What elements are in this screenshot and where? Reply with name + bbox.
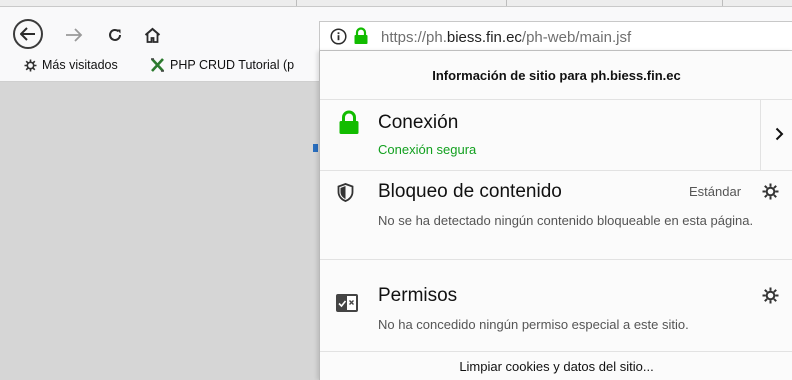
- clear-cookies-button[interactable]: Limpiar cookies y datos del sitio...: [320, 352, 792, 380]
- permissions-description: No ha concedido ningún permiso especial …: [378, 317, 689, 332]
- url-path: /ph-web/main.jsf: [521, 29, 632, 46]
- home-icon: [144, 27, 160, 43]
- connection-status: Conexión segura: [378, 142, 477, 157]
- shield-icon: [337, 183, 354, 207]
- bookmark-label: PHP CRUD Tutorial (p: [170, 58, 295, 72]
- content-blocking-title: Bloqueo de contenido: [378, 181, 562, 202]
- page-accent: [313, 144, 318, 152]
- divider: [760, 100, 761, 170]
- gear-icon: [24, 59, 37, 71]
- crud-icon: [151, 58, 164, 72]
- url-domain: biess.fin.ec: [446, 29, 522, 46]
- page-content: [0, 82, 320, 380]
- bookmark-php-crud[interactable]: PHP CRUD Tutorial (p: [150, 58, 294, 72]
- lock-icon: [338, 110, 360, 140]
- info-icon: [330, 28, 347, 45]
- site-info-button[interactable]: [330, 28, 347, 50]
- blocking-mode: Estándar: [689, 184, 742, 199]
- tab-strip: [0, 0, 792, 7]
- bookmark-most-visited[interactable]: Más visitados: [24, 58, 118, 72]
- connection-section[interactable]: Conexión Conexión segura: [320, 100, 792, 171]
- url-prefix: https://ph.: [381, 29, 447, 46]
- connection-title: Conexión: [378, 112, 459, 133]
- forward-button[interactable]: [62, 24, 86, 46]
- reload-icon: [109, 28, 121, 41]
- forward-arrow-icon: [66, 28, 83, 42]
- url-text[interactable]: https://ph.biess.fin.ec/ph-web/main.jsf: [381, 29, 631, 46]
- panel-title: Información de sitio para ph.biess.fin.e…: [320, 51, 792, 100]
- back-button[interactable]: [13, 19, 43, 49]
- home-button[interactable]: [141, 24, 163, 46]
- permissions-icon: [336, 294, 358, 317]
- permissions-title: Permisos: [378, 285, 458, 306]
- content-blocking-section: Bloqueo de contenido Estándar No se ha d…: [320, 171, 792, 260]
- permissions-settings-gear-icon[interactable]: [762, 287, 779, 309]
- chevron-right-icon[interactable]: [775, 127, 784, 146]
- blocking-settings-gear-icon[interactable]: [762, 183, 779, 205]
- permissions-section: Permisos No ha concedido ningún permiso …: [320, 260, 792, 352]
- back-arrow-icon: [20, 27, 35, 41]
- site-info-panel: Información de sitio para ph.biess.fin.e…: [319, 51, 792, 380]
- secure-lock-icon: [353, 27, 369, 50]
- url-bar[interactable]: https://ph.biess.fin.ec/ph-web/main.jsf: [319, 21, 792, 51]
- content-blocking-description: No se ha detectado ningún contenido bloq…: [378, 213, 754, 228]
- reload-button[interactable]: [104, 24, 126, 46]
- bookmark-label: Más visitados: [42, 58, 118, 72]
